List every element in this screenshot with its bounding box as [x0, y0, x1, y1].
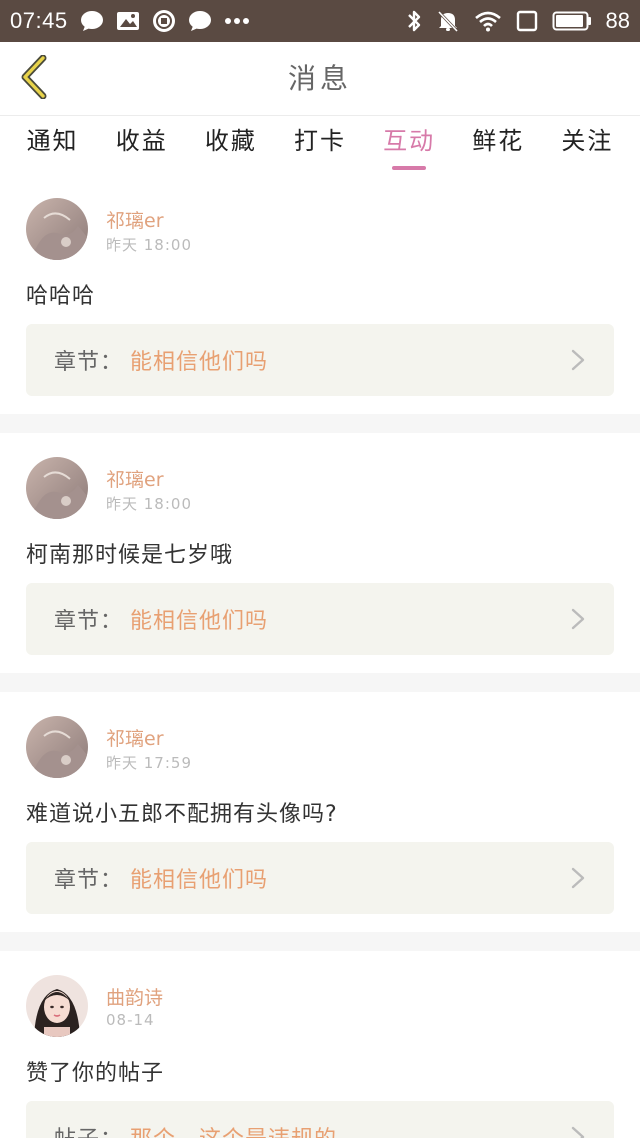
chevron-right-icon [570, 607, 586, 631]
xiu-app-icon [152, 9, 176, 33]
battery-icon [552, 10, 592, 32]
header-bar: 消息 [0, 42, 640, 116]
chevron-right-icon [570, 348, 586, 372]
status-time: 07:45 [10, 8, 68, 33]
divider [0, 932, 640, 951]
more-dots-icon [224, 17, 250, 25]
message-list: 祁璃er 昨天 18:00 哈哈哈 章节： 能相信他们吗 祁璃er 昨天 18:… [0, 174, 640, 1138]
timestamp: 昨天 18:00 [106, 495, 192, 513]
tab-label: 互动 [383, 127, 436, 155]
tab-label: 收益 [115, 127, 168, 155]
avatar[interactable] [26, 975, 88, 1037]
tab-label: 鲜花 [472, 127, 525, 155]
username[interactable]: 祁璃er [106, 465, 164, 492]
chevron-right-icon [570, 866, 586, 890]
muted-bell-icon [436, 9, 460, 33]
wifi-icon [474, 10, 502, 32]
ref-title: 能相信他们吗 [130, 868, 269, 893]
message-content: 难道说小五郎不配拥有头像吗? [26, 802, 338, 827]
ref-label: 章节 [54, 609, 101, 634]
username[interactable]: 曲韵诗 [106, 983, 163, 1010]
bluetooth-icon [406, 9, 422, 33]
tab-follows[interactable]: 关注 [557, 116, 617, 174]
chat-bubble-icon [80, 10, 104, 32]
list-item[interactable]: 祁璃er 昨天 18:00 柯南那时候是七岁哦 章节： 能相信他们吗 [0, 433, 640, 673]
username[interactable]: 祁璃er [106, 206, 164, 233]
timestamp: 昨天 18:00 [106, 236, 192, 254]
ref-title: 能相信他们吗 [130, 350, 269, 375]
active-tab-indicator [392, 166, 427, 170]
tab-earnings[interactable]: 收益 [112, 116, 172, 174]
ref-colon: ： [100, 350, 123, 375]
tab-interactions[interactable]: 互动 [379, 116, 439, 174]
tab-favorites[interactable]: 收藏 [201, 116, 261, 174]
status-left: 07:45 [10, 8, 250, 34]
battery-level: 88 [605, 8, 630, 33]
tab-label: 通知 [26, 127, 79, 155]
message-content: 哈哈哈 [26, 284, 96, 309]
divider [0, 673, 640, 692]
tab-label: 打卡 [293, 127, 346, 155]
chevron-right-icon [570, 1125, 586, 1138]
ref-colon: ： [100, 1121, 122, 1138]
divider [0, 414, 640, 433]
timestamp: 08-14 [106, 1011, 155, 1029]
username[interactable]: 祁璃er [106, 724, 164, 751]
chapter-reference[interactable]: 章节： 能相信他们吗 [26, 583, 614, 655]
ref-label: 帖子 [54, 1121, 100, 1138]
chat-bubble-icon [188, 10, 212, 32]
ref-label: 章节 [54, 868, 101, 893]
status-bar: 07:45 88 [0, 0, 640, 42]
chapter-reference[interactable]: 章节： 能相信他们吗 [26, 842, 614, 914]
ref-title: 能相信他们吗 [130, 609, 269, 634]
tab-notifications[interactable]: 通知 [23, 116, 83, 174]
avatar[interactable] [26, 716, 88, 778]
tab-bar: 通知 收益 收藏 打卡 互动 鲜花 关注 [0, 116, 640, 174]
list-item[interactable]: 曲韵诗 08-14 赞了你的帖子 帖子： 那个，这个是违规的 [0, 951, 640, 1138]
status-right: 88 [406, 8, 630, 34]
tab-label: 收藏 [204, 127, 257, 155]
avatar[interactable] [26, 457, 88, 519]
ref-colon: ： [100, 609, 123, 634]
avatar[interactable] [26, 198, 88, 260]
page-title: 消息 [287, 62, 352, 95]
square-icon [516, 10, 538, 32]
ref-colon: ： [100, 868, 123, 893]
post-reference[interactable]: 帖子： 那个，这个是违规的 [26, 1101, 614, 1138]
timestamp: 昨天 17:59 [106, 754, 192, 772]
image-icon [116, 10, 140, 32]
chapter-reference[interactable]: 章节： 能相信他们吗 [26, 324, 614, 396]
list-item[interactable]: 祁璃er 昨天 18:00 哈哈哈 章节： 能相信他们吗 [0, 174, 640, 414]
message-content: 柯南那时候是七岁哦 [26, 543, 234, 568]
list-item[interactable]: 祁璃er 昨天 17:59 难道说小五郎不配拥有头像吗? 章节： 能相信他们吗 [0, 692, 640, 932]
message-content: 赞了你的帖子 [26, 1061, 165, 1086]
ref-label: 章节 [54, 350, 101, 375]
ref-title: 那个，这个是违规的 [130, 1121, 337, 1138]
tab-checkin[interactable]: 打卡 [290, 116, 350, 174]
tab-label: 关注 [561, 127, 614, 155]
tab-flowers[interactable]: 鲜花 [468, 116, 528, 174]
